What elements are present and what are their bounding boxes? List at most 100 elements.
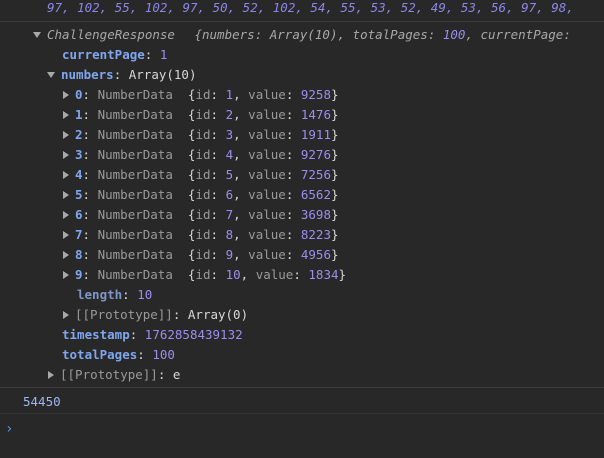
item-type: NumberData [97,247,173,262]
object-header-row[interactable]: ChallengeResponse {numbers: Array(10), t… [33,25,604,45]
expand-arrow-icon[interactable] [63,250,69,259]
expand-arrow-icon[interactable] [63,230,69,239]
property-row-numbers[interactable]: numbers: Array(10) [47,65,604,85]
preview-colon: : [254,27,263,42]
array-item-row[interactable]: 2: NumberData {id: 3, value: 1911} [63,125,604,145]
expand-arrow-icon[interactable] [63,190,69,199]
array-index: 2 [75,127,83,142]
item-type: NumberData [97,187,173,202]
item-id-key: id [195,267,211,282]
item-id-key: id [195,167,211,182]
item-value-key: value [248,127,286,142]
item-id-key: id [195,227,211,242]
item-type: NumberData [97,267,173,282]
expand-arrow-icon[interactable] [63,270,69,279]
property-key: numbers [61,67,114,82]
property-value: 1762858439132 [144,327,243,342]
preview-comma: , [465,27,473,42]
collapse-arrow-icon[interactable] [33,31,41,38]
preview-comma: , [337,27,346,42]
array-item-row[interactable]: 4: NumberData {id: 5, value: 7256} [63,165,604,185]
item-id-key: id [195,87,211,102]
property-value: e [172,367,181,382]
array-index: 1 [75,107,83,122]
property-row-array-prototype[interactable]: [[Prototype]]: Array(0) [63,305,604,325]
property-row-object-prototype[interactable]: [[Prototype]]: e [48,365,604,385]
item-id-key: id [195,147,211,162]
array-item-row[interactable]: 3: NumberData {id: 4, value: 9276} [63,145,604,165]
array-item-row[interactable]: 0: NumberData {id: 1, value: 9258} [63,85,604,105]
expand-arrow-icon[interactable] [63,310,69,319]
expand-arrow-icon[interactable] [63,170,69,179]
item-type: NumberData [97,167,173,182]
item-id-key: id [195,207,211,222]
array-item-row[interactable]: 6: NumberData {id: 7, value: 3698} [63,205,604,225]
array-item-row[interactable]: 5: NumberData {id: 6, value: 6562} [63,185,604,205]
property-key: [[Prototype]] [60,367,158,382]
property-row-totalpages: totalPages: 100 [62,347,175,362]
property-key: [[Prototype]] [75,307,173,322]
preview-value-numbers: Array(10) [269,27,338,42]
property-row-timestamp: timestamp: 1762858439132 [62,327,243,342]
item-id-key: id [195,107,211,122]
array-item-row[interactable]: 1: NumberData {id: 2, value: 1476} [63,105,604,125]
preview-value-totalpages: 100 [442,27,466,42]
expand-arrow-icon[interactable] [63,90,69,99]
property-value: 10 [137,287,153,302]
array-index: 8 [75,247,83,262]
array-index: 7 [75,227,83,242]
array-index: 9 [75,267,83,282]
property-key: totalPages [62,347,138,362]
item-value: 6562 [300,187,331,202]
preview-key-currentpage: currentPage [480,27,564,42]
property-key: length [77,287,123,302]
console-separator [0,387,604,388]
item-value-key: value [248,167,286,182]
item-value-key: value [248,187,286,202]
item-value: 1911 [300,127,331,142]
array-item-row[interactable]: 7: NumberData {id: 8, value: 8223} [63,225,604,245]
item-type: NumberData [97,87,173,102]
item-id: 2 [225,107,234,122]
array-item-row[interactable]: 9: NumberData {id: 10, value: 1834} [63,265,604,285]
console-separator [0,21,604,22]
item-type: NumberData [97,207,173,222]
item-id: 9 [225,247,234,262]
item-value: 3698 [300,207,331,222]
item-id: 6 [225,187,234,202]
property-key: currentPage [62,47,145,62]
item-id-key: id [195,247,211,262]
console-result-value: 54450 [23,394,61,409]
preview-open-brace: { [194,27,202,42]
item-id-key: id [195,187,211,202]
preview-colon: : [427,27,436,42]
expand-arrow-icon[interactable] [63,210,69,219]
array-item-row[interactable]: 8: NumberData {id: 9, value: 4956} [63,245,604,265]
top-numbers-line: 97, 102, 55, 102, 97, 50, 52, 102, 54, 5… [47,0,604,18]
item-value-key: value [248,227,286,242]
expand-arrow-icon[interactable] [63,110,69,119]
object-preview: {numbers: Array(10), totalPages: 100, cu… [194,27,570,42]
collapse-arrow-icon[interactable] [47,71,55,78]
property-key: timestamp [62,327,130,342]
item-value: 9276 [300,147,331,162]
item-type: NumberData [97,127,173,142]
expand-arrow-icon[interactable] [48,370,54,379]
item-value: 7256 [300,167,331,182]
item-value: 4956 [300,247,331,262]
item-id: 8 [225,227,234,242]
array-index: 0 [75,87,83,102]
item-type: NumberData [97,107,173,122]
prompt-chevron-icon[interactable]: › [5,421,13,437]
item-value: 9258 [300,87,331,102]
array-index: 4 [75,167,83,182]
item-value-key: value [248,247,286,262]
expand-arrow-icon[interactable] [63,150,69,159]
expand-arrow-icon[interactable] [63,130,69,139]
console-separator [0,413,604,414]
property-row-length: length: 10 [77,287,153,302]
preview-colon: : [563,27,571,42]
preview-key-numbers: numbers [202,27,255,42]
preview-key-totalpages: totalPages [352,27,428,42]
item-value-key: value [248,147,286,162]
